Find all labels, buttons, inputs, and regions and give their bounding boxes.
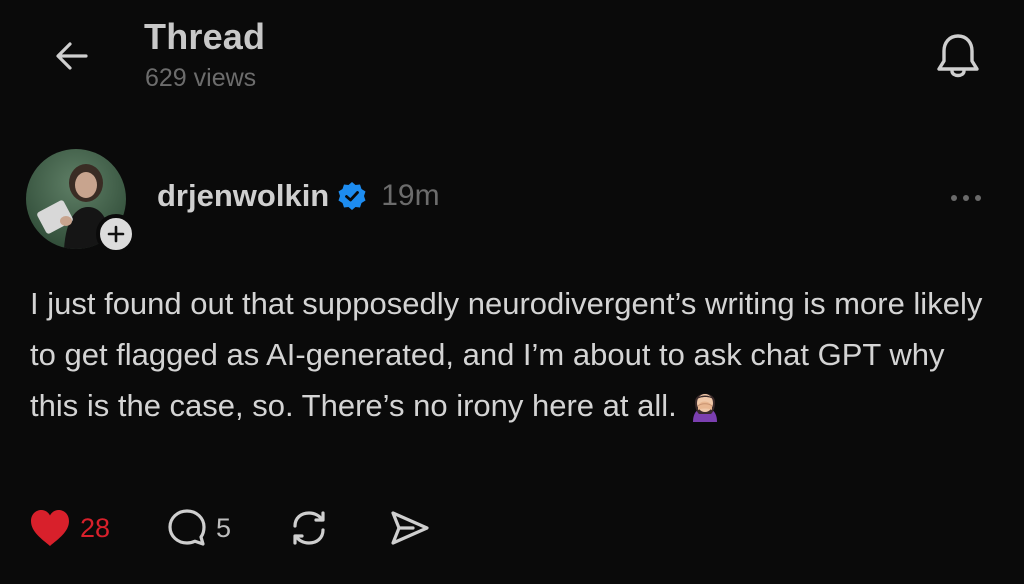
reply-count: 5 [216, 512, 232, 543]
more-dot-icon [963, 195, 969, 201]
woman-facepalming-icon [687, 386, 723, 422]
post-body: I just found out that supposedly neurodi… [30, 278, 990, 431]
send-icon [391, 511, 429, 545]
repost-icon [293, 511, 325, 545]
like-count: 28 [80, 512, 111, 543]
more-options-button[interactable] [944, 186, 988, 210]
arrow-left-icon [56, 42, 88, 70]
thread-page: Thread 629 views drjenwolkin 19m I just … [0, 0, 1024, 584]
page-title: Thread [144, 16, 266, 57]
verified-badge-icon [337, 181, 367, 211]
repost-button[interactable] [287, 506, 331, 550]
post-actions: 28 5 [28, 505, 431, 551]
reply-button[interactable]: 5 [166, 507, 231, 549]
heart-filled-icon [31, 510, 69, 546]
author-row: drjenwolkin 19m [157, 178, 440, 214]
comment-icon [168, 509, 206, 546]
plus-icon [107, 225, 125, 243]
bell-icon [937, 34, 979, 78]
more-dot-icon [951, 195, 957, 201]
like-button[interactable]: 28 [28, 508, 110, 548]
back-button[interactable] [46, 30, 98, 82]
share-button[interactable] [389, 508, 431, 548]
follow-button[interactable] [96, 214, 136, 254]
username[interactable]: drjenwolkin [157, 178, 329, 214]
view-count: 629 views [145, 64, 257, 92]
post-timestamp: 19m [381, 179, 440, 212]
author-avatar-wrapper[interactable] [26, 149, 136, 254]
notifications-button[interactable] [930, 28, 986, 84]
more-dot-icon [975, 195, 981, 201]
post-text: I just found out that supposedly neurodi… [30, 286, 983, 423]
